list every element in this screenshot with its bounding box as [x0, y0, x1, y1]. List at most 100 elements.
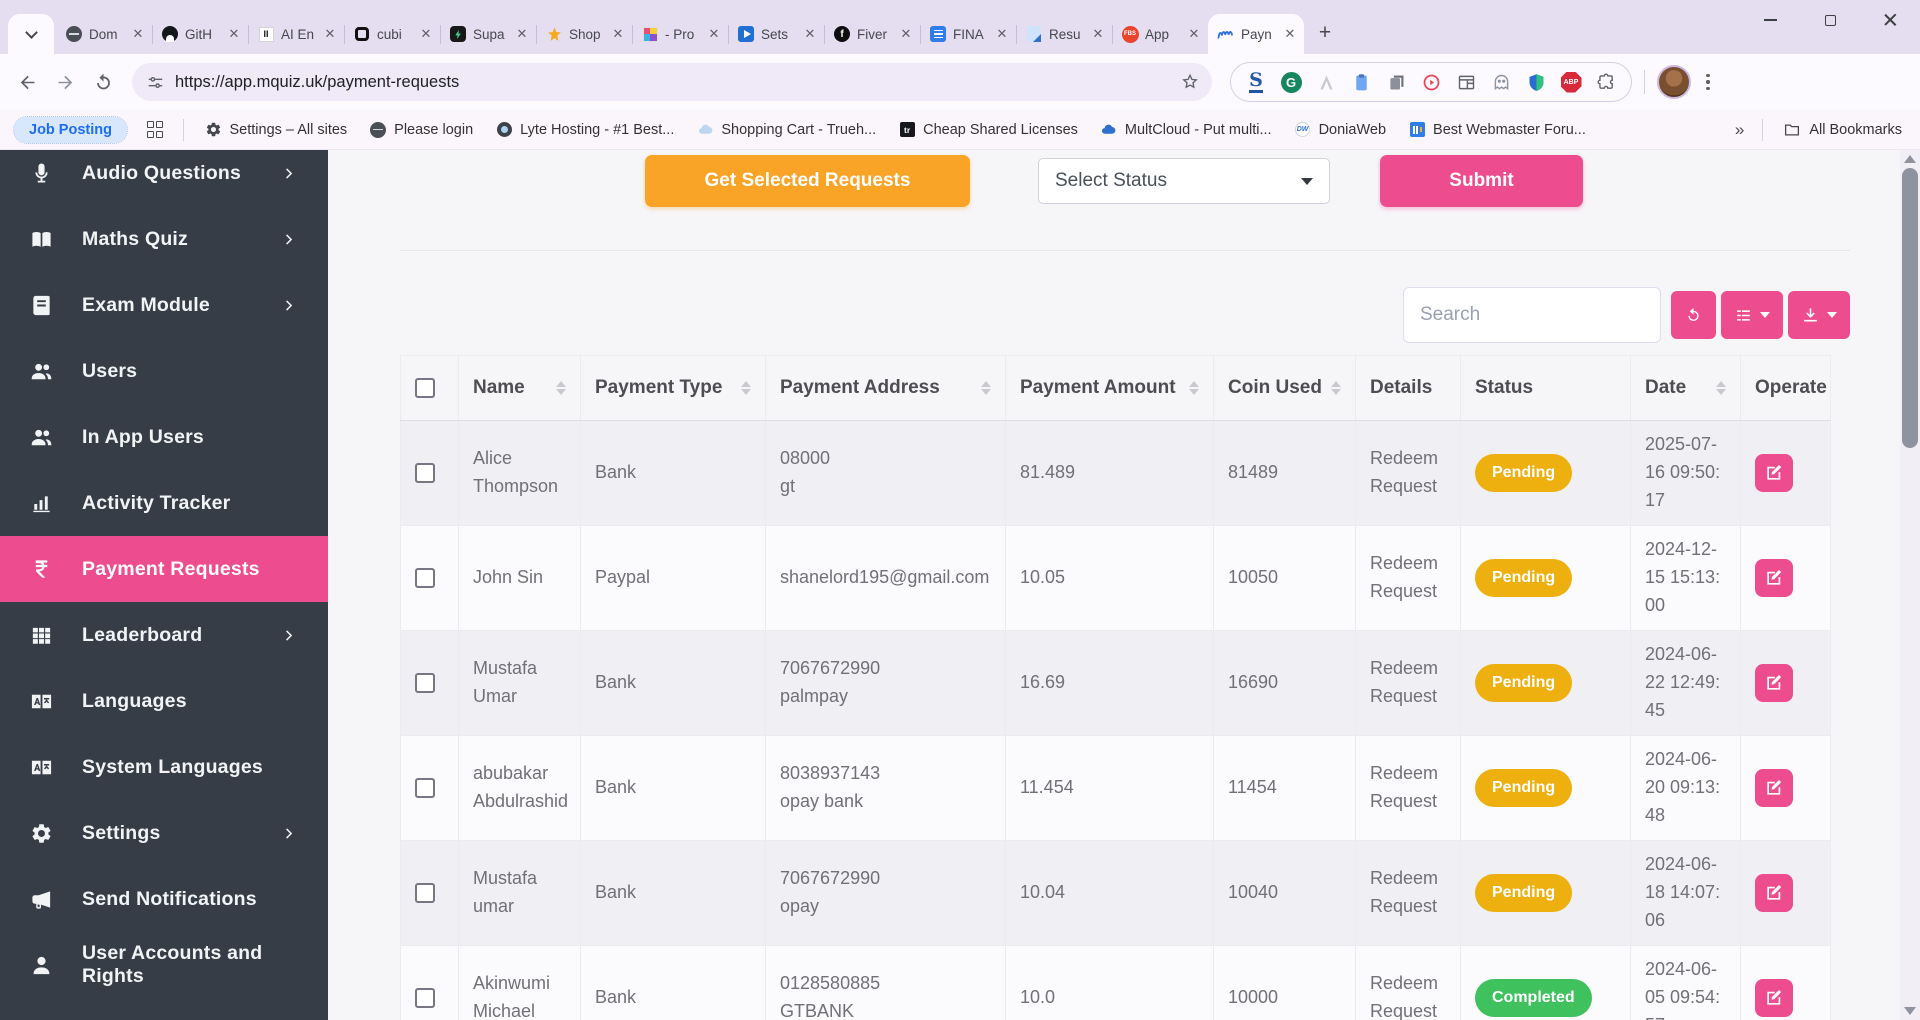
tab-close-icon[interactable]: ✕: [418, 26, 434, 42]
abp-extension-icon[interactable]: ABP: [1560, 71, 1582, 93]
sort-icon[interactable]: [1716, 381, 1726, 396]
window-maximize-button[interactable]: [1800, 0, 1860, 40]
window-close-button[interactable]: [1860, 0, 1920, 40]
browser-tab-shop[interactable]: Shop✕: [536, 14, 632, 54]
puzzle-extension-icon[interactable]: [1595, 71, 1617, 93]
edit-button[interactable]: [1755, 454, 1793, 492]
browser-tab-fiver[interactable]: fFiver✕: [824, 14, 920, 54]
tab-close-icon[interactable]: ✕: [322, 26, 338, 42]
copy-gray-extension-icon[interactable]: [1385, 71, 1407, 93]
sidebar-item-send-notifications[interactable]: Send Notifications: [0, 866, 328, 932]
edit-button[interactable]: [1755, 559, 1793, 597]
s-blue-extension-icon[interactable]: S: [1245, 71, 1267, 93]
column-header-date[interactable]: Date: [1631, 356, 1741, 421]
sidebar-item-languages[interactable]: Languages: [0, 668, 328, 734]
refresh-button[interactable]: [1671, 291, 1716, 339]
row-checkbox[interactable]: [415, 568, 435, 588]
browser-tab-ai-en[interactable]: IIAI En✕: [248, 14, 344, 54]
browser-tab-resu[interactable]: Resu✕: [1016, 14, 1112, 54]
alpha-gray-extension-icon[interactable]: [1315, 71, 1337, 93]
sort-icon[interactable]: [556, 381, 566, 396]
browser-tab-pro[interactable]: - Pro✕: [632, 14, 728, 54]
sidebar-item-in-app-users[interactable]: In App Users: [0, 404, 328, 470]
browser-tab-payn[interactable]: Payn✕: [1208, 14, 1304, 54]
bookmark-multcloud-put-multi[interactable]: MultCloud - Put multi...: [1100, 121, 1272, 139]
grammarly-extension-icon[interactable]: G: [1280, 71, 1302, 93]
column-header-name[interactable]: Name: [459, 356, 581, 421]
window-minimize-button[interactable]: [1740, 0, 1800, 40]
row-checkbox[interactable]: [415, 673, 435, 693]
sidebar-item-leaderboard[interactable]: Leaderboard: [0, 602, 328, 668]
tab-close-icon[interactable]: ✕: [1090, 26, 1106, 42]
row-checkbox[interactable]: [415, 778, 435, 798]
columns-button[interactable]: [1721, 291, 1783, 339]
bookmark-star-icon[interactable]: [1180, 72, 1200, 92]
edit-button[interactable]: [1755, 874, 1793, 912]
browser-menu-button[interactable]: [1695, 65, 1721, 99]
row-checkbox[interactable]: [415, 988, 435, 1008]
column-header-coin-used[interactable]: Coin Used: [1214, 356, 1356, 421]
scroll-down-arrow[interactable]: [1904, 1007, 1916, 1015]
tab-close-icon[interactable]: ✕: [1282, 26, 1298, 42]
ghost-extension-icon[interactable]: [1490, 71, 1512, 93]
column-header-payment-type[interactable]: Payment Type: [581, 356, 766, 421]
select-all-checkbox[interactable]: [415, 378, 435, 398]
bookmark-best-webmaster-foru[interactable]: Best Webmaster Foru...: [1408, 121, 1586, 139]
new-tab-button[interactable]: +: [1310, 18, 1340, 48]
column-header-payment-amount[interactable]: Payment Amount: [1006, 356, 1214, 421]
bookmark-settings-all-sites[interactable]: Settings – All sites: [204, 121, 347, 139]
browser-tab-dom[interactable]: Dom✕: [56, 14, 152, 54]
sidebar-item-maths-quiz[interactable]: Maths Quiz: [0, 206, 328, 272]
edit-button[interactable]: [1755, 664, 1793, 702]
url-text[interactable]: https://app.mquiz.uk/payment-requests: [175, 73, 1170, 92]
tab-close-icon[interactable]: ✕: [706, 26, 722, 42]
record-red-extension-icon[interactable]: [1420, 71, 1442, 93]
address-bar[interactable]: https://app.mquiz.uk/payment-requests: [132, 63, 1212, 101]
tab-close-icon[interactable]: ✕: [130, 26, 146, 42]
edit-button[interactable]: [1755, 769, 1793, 807]
profile-avatar[interactable]: [1657, 65, 1691, 99]
browser-tab-supa[interactable]: Supa✕: [440, 14, 536, 54]
tab-close-icon[interactable]: ✕: [898, 26, 914, 42]
apps-grid-icon[interactable]: [147, 121, 164, 138]
tab-search-button[interactable]: [8, 14, 54, 54]
sort-icon[interactable]: [1189, 381, 1199, 396]
sort-icon[interactable]: [1331, 381, 1341, 396]
site-info-icon[interactable]: [146, 73, 165, 92]
row-checkbox[interactable]: [415, 883, 435, 903]
sidebar-item-users[interactable]: Users: [0, 338, 328, 404]
forward-button[interactable]: [48, 65, 82, 99]
tab-close-icon[interactable]: ✕: [802, 26, 818, 42]
scrollbar-thumb[interactable]: [1902, 168, 1918, 448]
bookmark-doniaweb[interactable]: DWDoniaWeb: [1294, 121, 1386, 139]
sidebar-item-settings[interactable]: Settings: [0, 800, 328, 866]
bookmark-please-login[interactable]: Please login: [369, 121, 473, 139]
tab-close-icon[interactable]: ✕: [610, 26, 626, 42]
bookmark-shopping-cart-trueh[interactable]: Shopping Cart - Trueh...: [696, 121, 876, 139]
get-selected-requests-button[interactable]: Get Selected Requests: [645, 155, 970, 207]
bookmark-job-posting[interactable]: Job Posting: [14, 117, 127, 143]
export-button[interactable]: [1788, 291, 1850, 339]
tab-close-icon[interactable]: ✕: [994, 26, 1010, 42]
sort-icon[interactable]: [741, 381, 751, 396]
submit-button[interactable]: Submit: [1380, 155, 1583, 207]
shield-extension-icon[interactable]: [1525, 71, 1547, 93]
back-button[interactable]: [10, 65, 44, 99]
select-status-dropdown[interactable]: Select Status: [1038, 158, 1330, 204]
sidebar-item-exam-module[interactable]: Exam Module: [0, 272, 328, 338]
sort-icon[interactable]: [981, 381, 991, 396]
clipboard-blue-extension-icon[interactable]: [1350, 71, 1372, 93]
sidebar-item-audio-questions[interactable]: Audio Questions: [0, 150, 328, 206]
browser-tab-sets[interactable]: Sets✕: [728, 14, 824, 54]
sidebar-item-system-languages[interactable]: System Languages: [0, 734, 328, 800]
window-gray-extension-icon[interactable]: [1455, 71, 1477, 93]
sidebar-item-activity-tracker[interactable]: Activity Tracker: [0, 470, 328, 536]
all-bookmarks-button[interactable]: All Bookmarks: [1783, 121, 1902, 139]
tab-close-icon[interactable]: ✕: [226, 26, 242, 42]
bookmark-cheap-shared-licenses[interactable]: trCheap Shared Licenses: [898, 121, 1078, 139]
browser-tab-app[interactable]: FBSApp✕: [1112, 14, 1208, 54]
row-checkbox[interactable]: [415, 463, 435, 483]
scroll-up-arrow[interactable]: [1904, 155, 1916, 163]
reload-button[interactable]: [86, 65, 120, 99]
sidebar-item-payment-requests[interactable]: Payment Requests: [0, 536, 328, 602]
